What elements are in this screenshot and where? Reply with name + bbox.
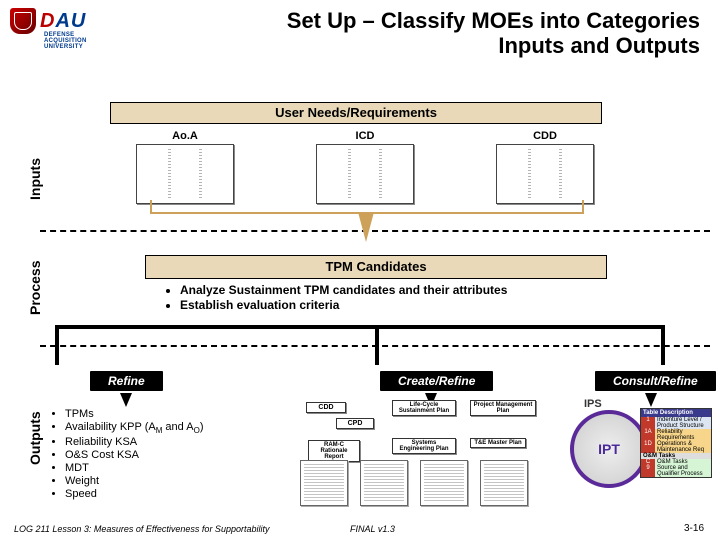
output-item: Reliability KSA — [65, 436, 203, 448]
process-bullet: Establish evaluation criteria — [180, 298, 507, 312]
branch-bar — [55, 325, 665, 329]
tag-refine: Refine — [90, 371, 163, 391]
slide: DAU DEFENSE ACQUISITION UNIVERSITY Set U… — [0, 0, 720, 540]
table-row: 1DOperations & Maintenance Req — [641, 441, 711, 453]
arrow-down-icon — [120, 393, 132, 407]
mini-doc-icon — [480, 460, 528, 506]
page-number: 3-16 — [684, 523, 704, 534]
branch-drop — [375, 325, 379, 365]
outputs-middle-diagram: CDD CPD RAM-C Rationale Report Life-Cycl… — [300, 400, 555, 510]
input-docs-row: Ao.A ICD CDD — [130, 130, 600, 204]
input-doc-cdd: CDD — [490, 130, 600, 204]
card-tmp: T&E Master Plan — [470, 438, 526, 448]
outputs-bullet-list: TPMs Availability KPP (AM and AO) Reliab… — [50, 408, 203, 501]
title-line-1: Set Up – Classify MOEs into Categories — [287, 8, 700, 33]
output-item: MDT — [65, 462, 203, 474]
tag-consult: Consult/Refine — [595, 371, 716, 391]
section-label-process: Process — [27, 261, 43, 315]
document-icon — [496, 144, 594, 204]
output-item: O&S Cost KSA — [65, 449, 203, 461]
branch-drop — [661, 325, 665, 365]
banner-user-needs: User Needs/Requirements — [110, 102, 602, 124]
output-item: Weight — [65, 475, 203, 487]
ips-table-head: Table Description — [641, 409, 711, 417]
shield-icon — [10, 8, 36, 34]
banner-tpm: TPM Candidates — [145, 255, 607, 279]
doc-label: Ao.A — [130, 130, 240, 142]
footer-left: LOG 211 Lesson 3: Measures of Effectiven… — [14, 524, 269, 534]
mini-doc-icon — [420, 460, 468, 506]
ips-label: IPS — [584, 398, 602, 410]
table-row: 9Source and Qualifier Process — [641, 465, 711, 477]
logo-subtext: DEFENSE ACQUISITION UNIVERSITY — [44, 32, 87, 50]
card-ramc: RAM-C Rationale Report — [308, 440, 360, 462]
section-label-inputs: Inputs — [27, 158, 43, 200]
footer-mid: FINAL v1.3 — [350, 524, 395, 534]
page-title: Set Up – Classify MOEs into Categories I… — [287, 8, 700, 59]
card-cdd: CDD — [306, 402, 346, 413]
document-icon — [136, 144, 234, 204]
doc-label: CDD — [490, 130, 600, 142]
output-item: Availability KPP (AM and AO) — [65, 421, 203, 435]
ips-circle-icon: IPT — [570, 410, 648, 488]
output-item: Speed — [65, 488, 203, 500]
output-item: TPMs — [65, 408, 203, 420]
mini-doc-icon — [360, 460, 408, 506]
dau-logo: DAU DEFENSE ACQUISITION UNIVERSITY — [10, 8, 86, 34]
section-label-outputs: Outputs — [27, 411, 43, 465]
card-sep: Systems Engineering Plan — [392, 438, 456, 454]
tag-create: Create/Refine — [380, 371, 493, 391]
input-doc-icd: ICD — [310, 130, 420, 204]
process-bullets: Analyze Sustainment TPM candidates and t… — [165, 283, 507, 313]
input-doc-aoa: Ao.A — [130, 130, 240, 204]
ips-table: Table Description 1Indenture Level / Pro… — [640, 408, 712, 478]
arrow-down-icon — [358, 212, 374, 242]
table-row: 1AReliability Requirements — [641, 429, 711, 441]
outputs-ips: IPS IPT Table Description 1Indenture Lev… — [570, 400, 710, 510]
divider-1 — [40, 230, 710, 232]
doc-label: ICD — [310, 130, 420, 142]
ips-center: IPT — [598, 441, 620, 457]
table-row: 1Indenture Level / Product Structure — [641, 417, 711, 429]
title-line-2: Inputs and Outputs — [287, 33, 700, 58]
logo-text: DAU — [40, 10, 86, 33]
process-bullet: Analyze Sustainment TPM candidates and t… — [180, 283, 507, 297]
card-pmp: Project Management Plan — [470, 400, 536, 416]
branch-drop — [55, 325, 59, 365]
card-lcsp: Life-Cycle Sustainment Plan — [392, 400, 456, 416]
card-cpd: CPD — [336, 418, 374, 429]
document-icon — [316, 144, 414, 204]
mini-doc-icon — [300, 460, 348, 506]
